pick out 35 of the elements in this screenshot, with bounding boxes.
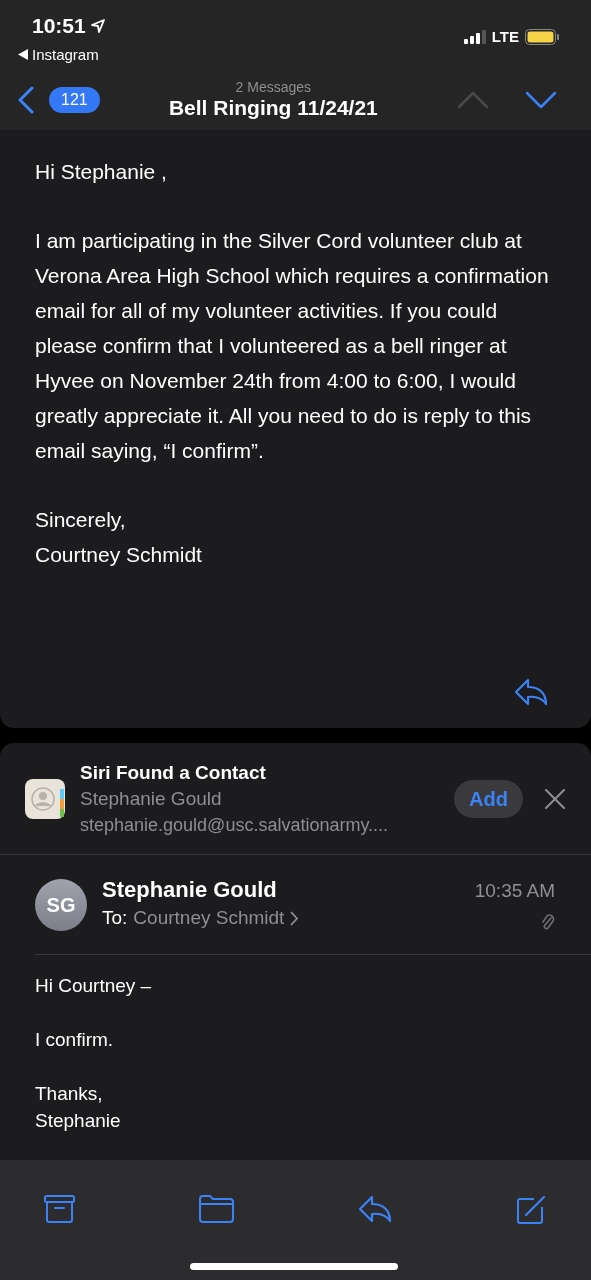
siri-suggestion-title: Siri Found a Contact xyxy=(80,760,267,785)
body-paragraph: Thanks, Stephanie xyxy=(35,1082,122,1133)
chevron-right-icon[interactable] xyxy=(290,911,300,926)
body-paragraph: Hi Courtney – xyxy=(35,974,153,998)
back-to-app-link[interactable]: Instagram xyxy=(32,43,99,66)
reply-icon[interactable] xyxy=(358,1195,392,1223)
chevron-down-icon[interactable] xyxy=(525,91,557,109)
body-paragraph: Sincerely, Courtney Schmidt xyxy=(35,507,203,568)
add-contact-button[interactable]: Add xyxy=(454,779,523,818)
thread-title: Bell Ringing 11/24/21 xyxy=(168,95,378,121)
message-count: 2 Messages xyxy=(235,79,312,95)
close-icon[interactable] xyxy=(545,788,565,809)
compose-icon[interactable] xyxy=(516,1195,547,1225)
signal-icon xyxy=(463,30,486,45)
network-label: LTE xyxy=(491,27,519,47)
folder-icon[interactable] xyxy=(199,1195,234,1223)
contact-email: stephanie.gould@usc.salvationarmy.... xyxy=(80,813,390,837)
body-paragraph: Hi Stephanie , xyxy=(35,159,168,185)
archive-icon[interactable] xyxy=(44,1195,75,1223)
contact-name: Stephanie Gould xyxy=(80,786,223,811)
recipient-link[interactable]: Courtney Schmidt xyxy=(133,904,285,933)
unread-count-badge: 121 xyxy=(49,87,100,113)
to-label: To: xyxy=(102,906,128,931)
status-time: 10:51 xyxy=(32,13,86,39)
back-triangle-icon[interactable] xyxy=(18,49,28,61)
body-paragraph: I am participating in the Silver Cord volunteer club at Verona Area High School which requires a confirmation email for all of my volunteer activities. If you could please confirm that I volunteered as a bell ringer at Hyvee on November 24th from 4:00 to 6:00, I would greatly appreciate it. All you need to do is reply to this email saying, “I confirm”. xyxy=(35,228,550,464)
message-time: 10:35 AM xyxy=(474,879,555,904)
battery-icon xyxy=(525,29,559,46)
sender-name: Stephanie Gould xyxy=(102,876,278,905)
avatar: SG xyxy=(35,878,87,931)
reply-icon[interactable] xyxy=(514,678,548,706)
location-arrow-icon xyxy=(89,17,106,34)
body-paragraph: I confirm. xyxy=(35,1028,115,1052)
contacts-app-icon xyxy=(25,778,65,819)
back-chevron-icon[interactable] xyxy=(18,86,34,114)
